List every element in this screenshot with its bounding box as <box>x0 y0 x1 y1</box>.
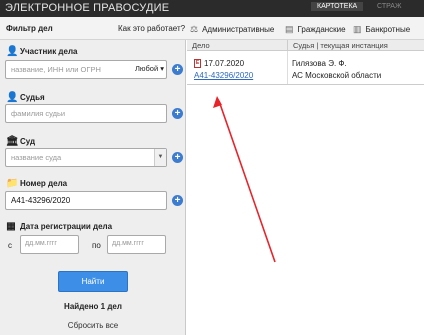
participant-input[interactable]: название, ИНН или ОГРН Любой ▾ <box>5 60 167 79</box>
court-label: 🏛 Суд <box>6 136 36 147</box>
add-case-number-button[interactable]: + <box>172 195 183 206</box>
date-to-input[interactable]: дд.мм.гггг <box>107 235 166 254</box>
add-judge-button[interactable]: + <box>172 108 183 119</box>
date-from-input[interactable]: дд.мм.гггг <box>20 235 79 254</box>
column-header-case[interactable]: Дело <box>187 40 287 51</box>
courthouse-icon: 🏛 <box>6 136 19 147</box>
case-number-input[interactable]: А41-43296/2020 <box>5 191 167 210</box>
tab-strazh[interactable]: СТРАЖ <box>377 3 401 10</box>
registration-date-label: ▦ Дата регистрации дела <box>6 221 113 232</box>
reset-all-link[interactable]: Сбросить все <box>0 321 186 330</box>
filter-header-bar: Фильтр дел Как это работает? ⚖ Администр… <box>0 17 424 40</box>
find-button[interactable]: Найти <box>58 271 128 292</box>
arrow-head <box>213 96 222 108</box>
case-number-link[interactable]: А41-43296/2020 <box>194 71 253 80</box>
filter-title: Фильтр дел <box>6 24 53 33</box>
add-court-button[interactable]: + <box>172 152 183 163</box>
pdf-document-icon[interactable]: E <box>194 59 201 68</box>
case-date: E 17.07.2020 <box>194 59 245 68</box>
case-type-label: Административные <box>202 25 275 34</box>
arrow-line <box>218 100 276 263</box>
chevron-down-icon[interactable]: ▼ <box>154 149 166 166</box>
date-to-label: по <box>92 241 101 250</box>
calendar-icon: ▦ <box>6 221 16 232</box>
judge-name: Гилязова Э. Ф. <box>292 59 347 68</box>
scales-icon: ⚖ <box>190 24 199 34</box>
judge-label: 👤 Судья <box>6 92 45 103</box>
case-type-label: Гражданские <box>297 25 346 34</box>
how-it-works-link[interactable]: Как это работает? <box>118 24 185 33</box>
court-name: АС Московской области <box>292 71 382 80</box>
found-count: Найдено 1 дел <box>64 302 122 311</box>
folder-icon: 📁 <box>6 178 19 189</box>
participant-mode-select[interactable]: Любой ▾ <box>135 64 164 73</box>
case-type-label: Банкротные <box>365 25 411 34</box>
case-type-civil[interactable]: ▤ Гражданские <box>285 24 346 35</box>
case-type-administrative[interactable]: ⚖ Административные <box>190 24 274 35</box>
person-icon: 👤 <box>6 46 19 57</box>
judge-input[interactable]: фамилия судьи <box>5 104 167 123</box>
document-icon: ▤ <box>285 24 294 34</box>
add-participant-button[interactable]: + <box>172 64 183 75</box>
participant-label: 👤 Участник дела <box>6 46 78 57</box>
bankruptcy-icon: ▥ <box>353 24 362 34</box>
case-type-bankruptcy[interactable]: ▥ Банкротные <box>353 24 410 35</box>
tab-kartoteka[interactable]: КАРТОТЕКА <box>311 2 364 11</box>
top-bar: ЭЛЕКТРОННОЕ ПРАВОСУДИЕ КАРТОТЕКА СТРАЖ <box>0 0 424 17</box>
judge-icon: 👤 <box>6 92 19 103</box>
row-divider <box>187 84 424 85</box>
column-divider <box>287 51 288 84</box>
brand-title: ЭЛЕКТРОННОЕ ПРАВОСУДИЕ <box>5 2 170 14</box>
column-header-judge[interactable]: Судья | текущая инстанция <box>287 40 424 51</box>
case-number-label: 📁 Номер дела <box>6 178 68 189</box>
date-from-label: с <box>8 241 12 250</box>
court-select[interactable]: название суда ▼ <box>5 148 167 167</box>
